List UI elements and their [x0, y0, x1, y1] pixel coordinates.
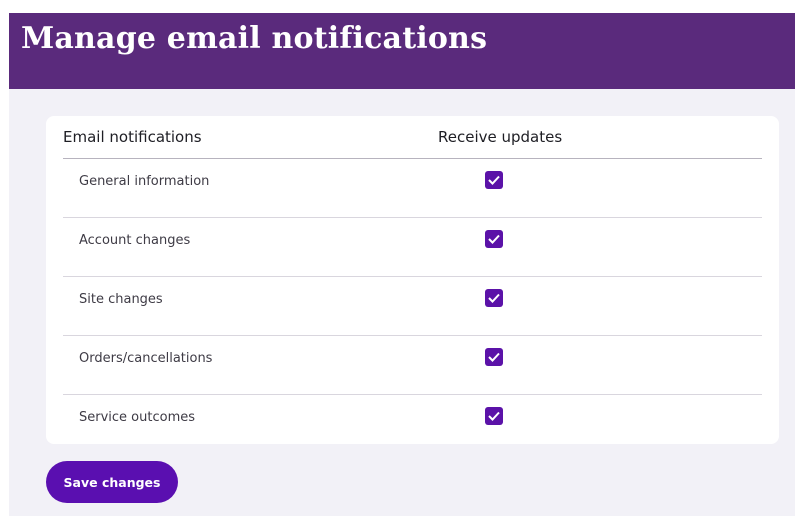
table-row: Service outcomes [63, 395, 762, 453]
page-title: Manage email notifications [21, 21, 488, 56]
check-icon [488, 352, 500, 362]
table-row: General information [63, 159, 762, 218]
row-label: Account changes [79, 233, 191, 248]
check-icon [488, 175, 500, 185]
column-header-email-notifications: Email notifications [63, 128, 202, 146]
check-icon [488, 234, 500, 244]
page-header: Manage email notifications [9, 13, 795, 89]
column-header-receive-updates: Receive updates [438, 128, 563, 146]
site-changes-checkbox[interactable] [485, 289, 503, 307]
notifications-table: Email notifications Receive updates Gene… [63, 116, 762, 453]
page: Manage email notifications Email notific… [9, 13, 795, 516]
service-outcomes-checkbox[interactable] [485, 407, 503, 425]
notifications-card: Email notifications Receive updates Gene… [46, 116, 779, 444]
table-row: Site changes [63, 277, 762, 336]
table-header: Email notifications Receive updates [63, 116, 762, 159]
orders-cancellations-checkbox[interactable] [485, 348, 503, 366]
row-label: General information [79, 174, 210, 189]
save-changes-button[interactable]: Save changes [46, 461, 178, 503]
table-row: Account changes [63, 218, 762, 277]
row-label: Service outcomes [79, 410, 196, 425]
table-row: Orders/cancellations [63, 336, 762, 395]
check-icon [488, 411, 500, 421]
check-icon [488, 293, 500, 303]
row-label: Site changes [79, 292, 163, 307]
general-information-checkbox[interactable] [485, 171, 503, 189]
account-changes-checkbox[interactable] [485, 230, 503, 248]
row-label: Orders/cancellations [79, 351, 213, 366]
